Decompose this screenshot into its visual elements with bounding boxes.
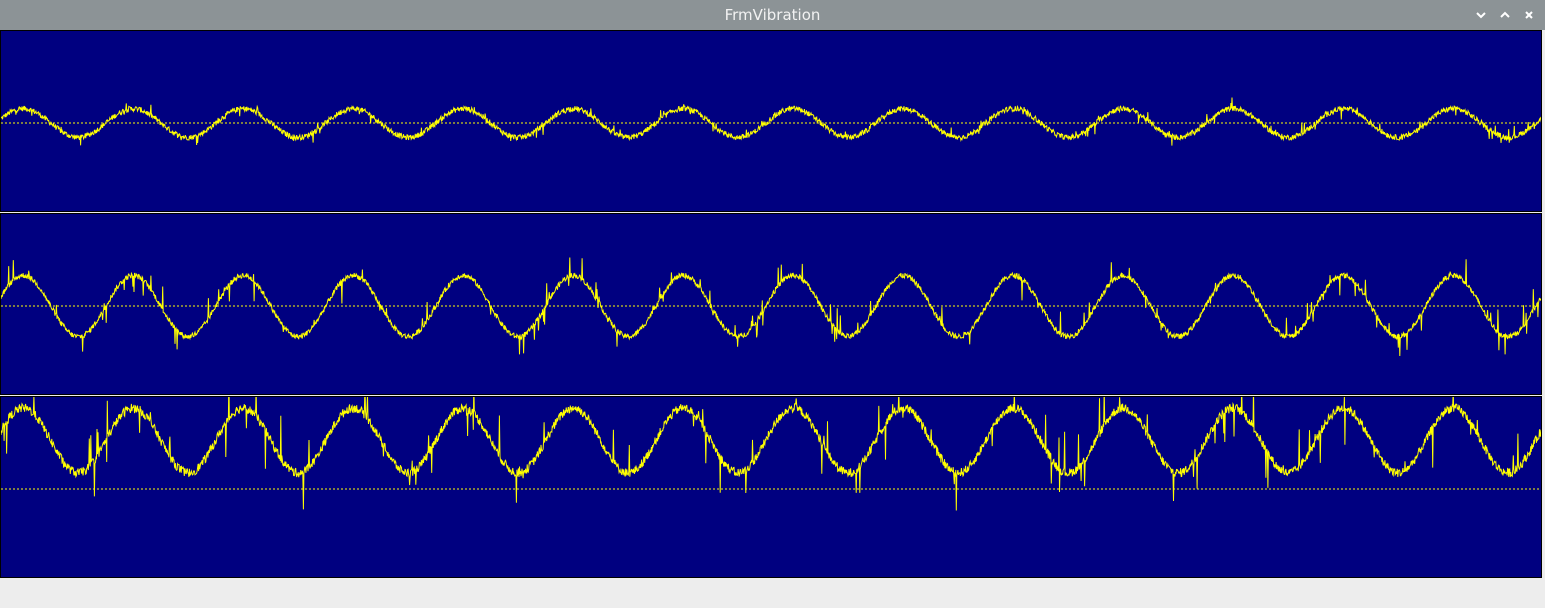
- waveform: [1, 257, 1541, 357]
- window-title: FrmVibration: [724, 6, 821, 24]
- close-icon: [1525, 11, 1533, 19]
- vibration-trace-3: [1, 397, 1541, 511]
- waveform: [1, 397, 1541, 511]
- vibration-trace-2: [1, 257, 1541, 357]
- vibration-panel-2: [0, 213, 1542, 395]
- waveform: [1, 97, 1541, 146]
- minimize-button[interactable]: [1472, 6, 1490, 24]
- close-button[interactable]: [1520, 6, 1538, 24]
- chevron-up-icon: [1500, 11, 1510, 18]
- chevron-down-icon: [1476, 12, 1486, 19]
- maximize-button[interactable]: [1496, 6, 1514, 24]
- vibration-panel-3: [0, 396, 1542, 578]
- window-titlebar[interactable]: FrmVibration: [0, 0, 1545, 30]
- vibration-panel-1: [0, 30, 1542, 212]
- vibration-trace-1: [1, 97, 1541, 146]
